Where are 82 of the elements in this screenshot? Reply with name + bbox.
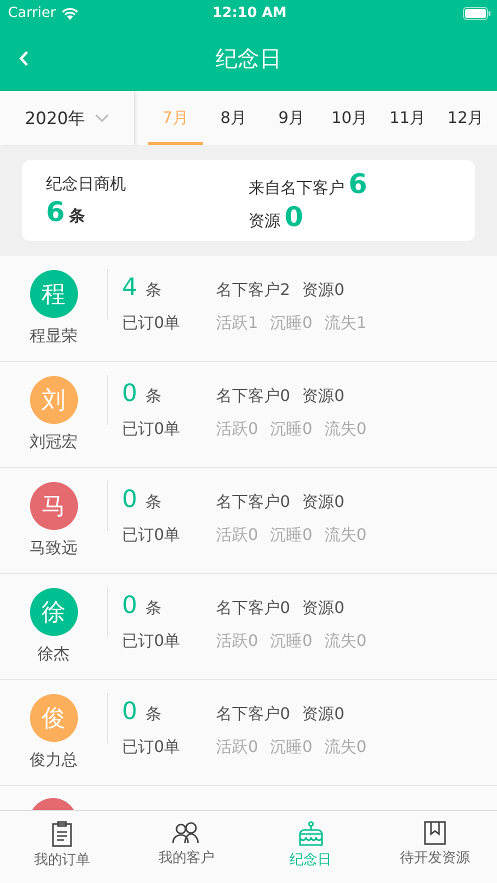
person-row[interactable]: 徐 徐杰 0 条 名下客户0 资源0 已订0单 活跃0 沉睡0 流失0 <box>0 574 497 680</box>
lost-stat: 流失0 <box>324 525 367 546</box>
customers-stat: 名下客户0 <box>216 704 290 725</box>
month-tab[interactable]: 8月 <box>206 91 261 145</box>
active-stat: 活跃0 <box>216 631 258 652</box>
year-dropdown[interactable]: 2020年 <box>0 91 135 145</box>
sleeping-stat: 沉睡0 <box>270 419 312 440</box>
avatar: 马 <box>30 482 78 530</box>
sleeping-stat: 沉睡0 <box>270 737 312 758</box>
person-row[interactable]: 俊 俊力总 0 条 名下客户0 资源0 已订0单 活跃0 沉睡0 流失0 <box>0 680 497 786</box>
cake-icon <box>298 821 324 847</box>
sleeping-stat: 沉睡0 <box>270 631 312 652</box>
summary-title: 纪念日商机 <box>46 174 127 194</box>
resources-count: 0 <box>284 202 304 232</box>
back-icon <box>18 50 29 67</box>
count-unit: 条 <box>145 598 162 619</box>
count-unit: 条 <box>145 386 162 407</box>
opportunity-count: 0 <box>122 591 138 619</box>
resources-label: 资源 <box>248 210 280 232</box>
resources-stat: 资源0 <box>302 386 344 407</box>
opportunity-count: 0 <box>122 379 138 407</box>
orders-stat: 已订0单 <box>122 525 182 546</box>
person-name: 程显荣 <box>30 326 78 347</box>
person-row[interactable]: 程 程显荣 4 条 名下客户2 资源0 已订0单 活跃1 沉睡0 流失1 <box>0 256 497 362</box>
lost-stat: 流失1 <box>324 313 367 334</box>
orders-stat: 已订0单 <box>122 419 182 440</box>
customers-stat: 名下客户0 <box>216 598 290 619</box>
tab-bar-item[interactable]: 我的客户 <box>124 811 248 883</box>
resources-stat: 资源0 <box>302 704 344 725</box>
month-tab[interactable]: 9月 <box>264 91 319 145</box>
customers-label: 来自名下客户 <box>248 178 344 198</box>
total-unit: 条 <box>68 206 85 226</box>
carrier-label: Carrier <box>8 5 56 21</box>
count-unit: 条 <box>145 280 162 301</box>
month-tab[interactable]: 11月 <box>380 91 435 145</box>
opportunity-count: 4 <box>122 273 138 301</box>
tab-bar-item[interactable]: 我的订单 <box>0 811 124 883</box>
person-name: 马致远 <box>30 538 78 559</box>
person-row[interactable]: 马 马致远 0 条 名下客户0 资源0 已订0单 活跃0 沉睡0 流失0 <box>0 468 497 574</box>
customers-stat: 名下客户2 <box>216 280 290 301</box>
person-name: 俊力总 <box>30 750 78 771</box>
resources-stat: 资源0 <box>302 598 344 619</box>
total-count: 6 <box>46 196 65 228</box>
count-unit: 条 <box>145 704 162 725</box>
clipboard-icon <box>51 821 74 847</box>
customers-stat: 名下客户0 <box>216 386 290 407</box>
lost-stat: 流失0 <box>324 419 367 440</box>
active-stat: 活跃1 <box>216 313 258 334</box>
opportunity-count: 0 <box>122 485 138 513</box>
wifi-icon <box>60 6 79 20</box>
active-stat: 活跃0 <box>216 737 258 758</box>
people-icon <box>172 821 200 845</box>
opportunity-count: 0 <box>122 697 138 725</box>
page-title: 纪念日 <box>216 46 282 74</box>
bookmark-icon <box>424 821 446 845</box>
resources-stat: 资源0 <box>302 280 344 301</box>
active-stat: 活跃0 <box>216 525 258 546</box>
lost-stat: 流失0 <box>324 631 367 652</box>
customers-stat: 名下客户0 <box>216 492 290 513</box>
lost-stat: 流失0 <box>324 737 367 758</box>
customers-count: 6 <box>348 168 368 200</box>
avatar: 程 <box>30 270 78 318</box>
person-name: 徐杰 <box>38 644 70 665</box>
chevron-down-icon <box>95 114 110 122</box>
avatar: 徐 <box>30 588 78 636</box>
orders-stat: 已订0单 <box>122 631 182 652</box>
month-tab[interactable]: 12月 <box>438 91 493 145</box>
tab-bar-item[interactable]: 待开发资源 <box>372 811 497 883</box>
avatar: 刘 <box>30 376 78 424</box>
count-unit: 条 <box>145 492 162 513</box>
active-stat: 活跃0 <box>216 419 258 440</box>
orders-stat: 已订0单 <box>122 313 182 334</box>
status-time: 12:10 AM <box>212 5 287 21</box>
avatar: 俊 <box>30 694 78 742</box>
person-row[interactable]: 刘 刘冠宏 0 条 名下客户0 资源0 已订0单 活跃0 沉睡0 流失0 <box>0 362 497 468</box>
sleeping-stat: 沉睡0 <box>270 525 312 546</box>
month-tab[interactable]: 10月 <box>322 91 377 145</box>
resources-stat: 资源0 <box>302 492 344 513</box>
battery-icon <box>463 6 491 20</box>
orders-stat: 已订0单 <box>122 737 182 758</box>
person-name: 刘冠宏 <box>30 432 78 453</box>
sleeping-stat: 沉睡0 <box>270 313 312 334</box>
